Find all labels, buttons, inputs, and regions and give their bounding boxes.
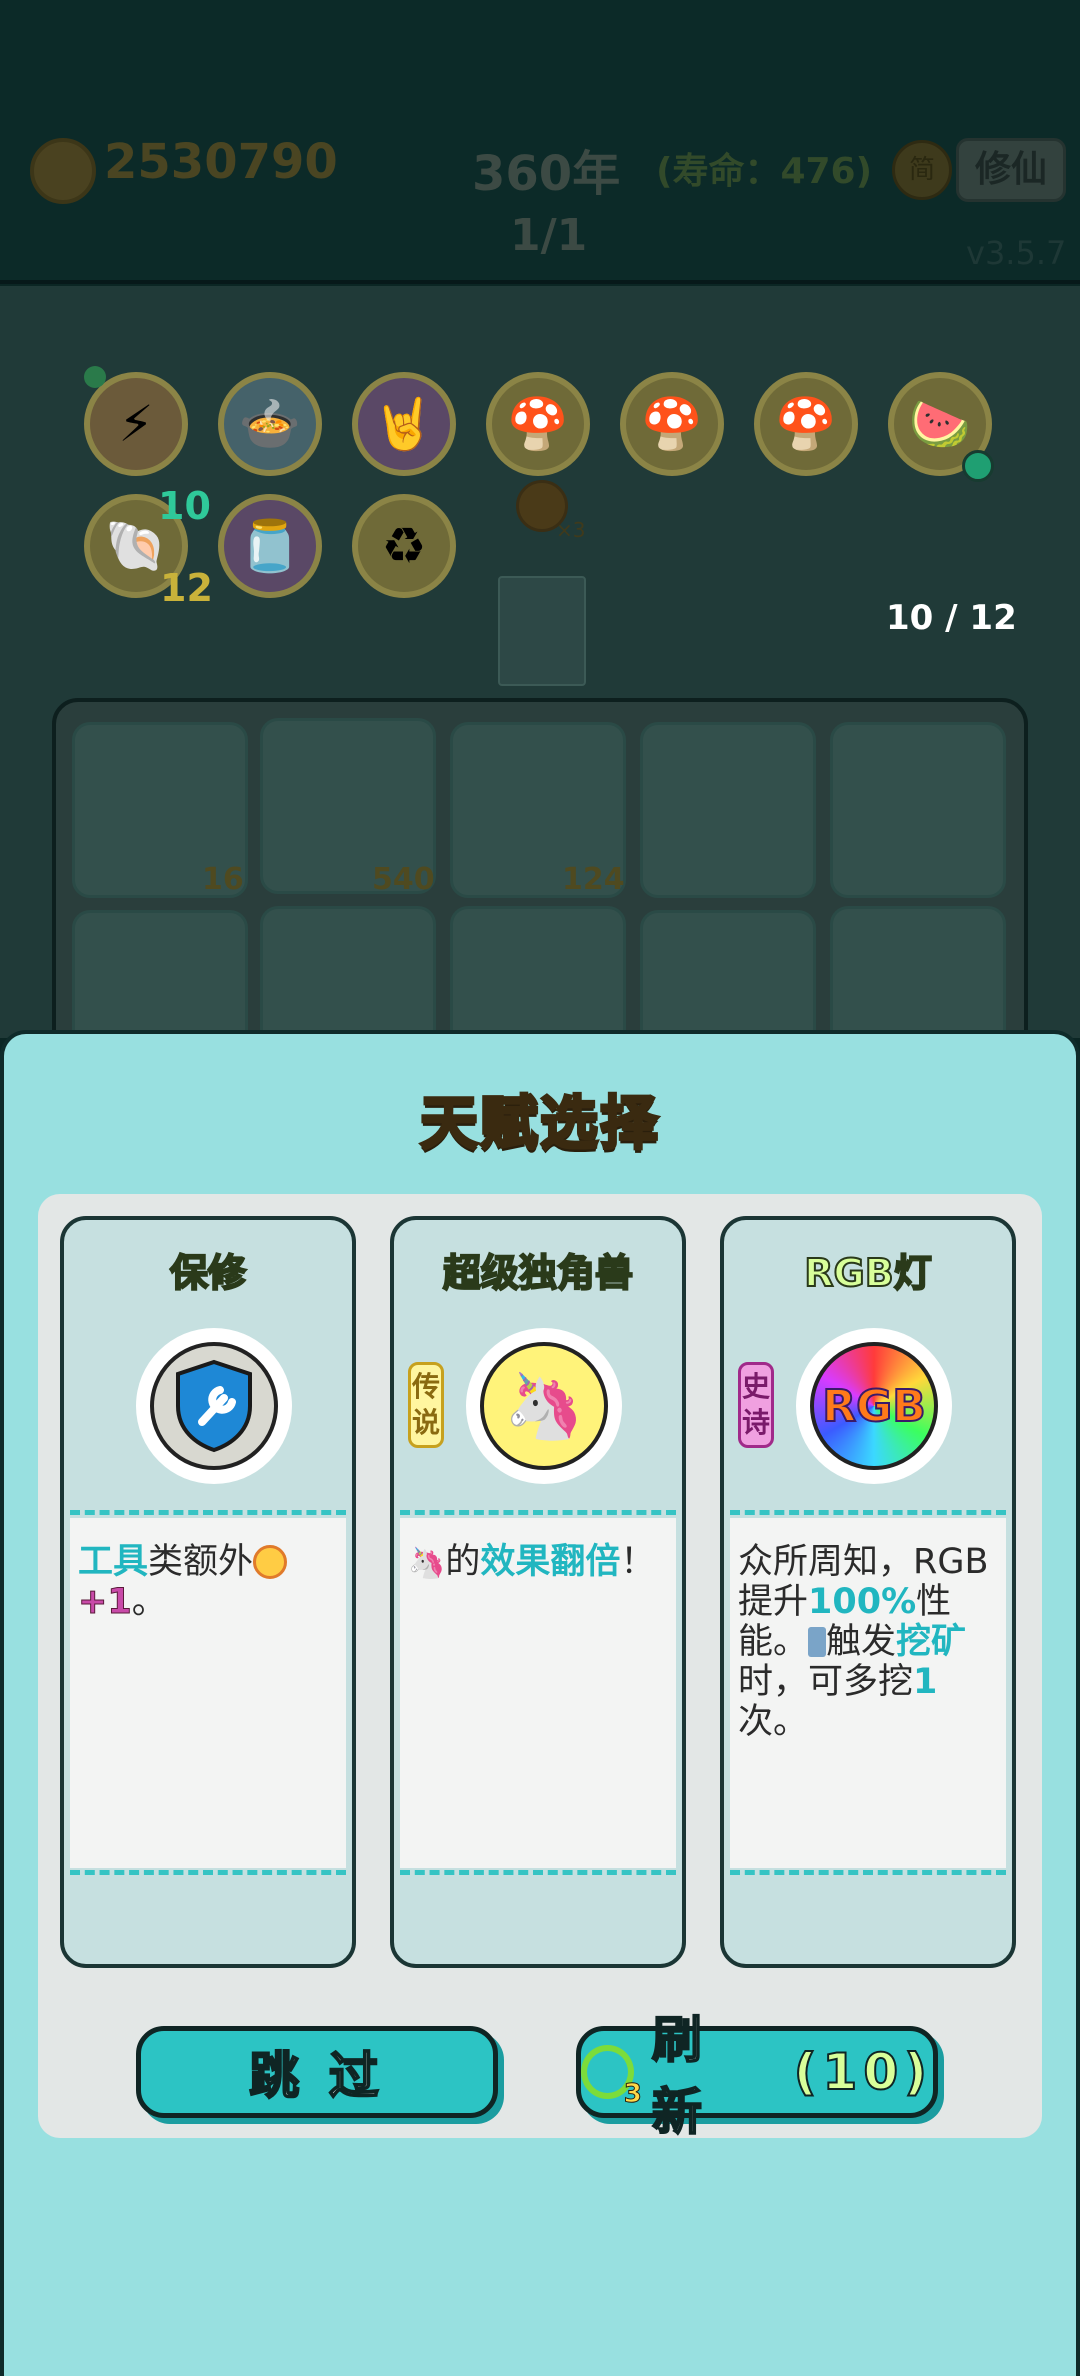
card-icon-frame [136,1328,292,1484]
desc-bonus: +1 [78,1582,133,1623]
talent-card-rgb-lamp[interactable]: RGB灯 史诗 RGB 众所周知，RGB提升100%性能。 触发挖矿时，可多挖1次… [720,1216,1016,1968]
refresh-button[interactable]: 3 刷 新 (10) [576,2010,938,2142]
unicorn-small-icon: 🦄 [408,1546,446,1581]
version-label: v3.5.7 [966,234,1067,272]
relic-count-badge: 10 [158,484,211,528]
cell-value: 16 [202,862,244,897]
jar-icon[interactable]: 🫙 [218,494,322,598]
divider [730,1510,1006,1515]
card-description: 众所周知，RGB提升100%性能。 触发挖矿时，可多挖1次。 [738,1542,1004,1742]
desc-text: 类额外 [148,1542,254,1582]
card-title: 保修 [169,1250,247,1296]
card-description: 🦄的效果翻倍！ [408,1542,674,1584]
desc-text: 次。 [738,1702,809,1742]
coin-icon [30,138,96,204]
unicorn-icon: 🦄 [480,1342,608,1470]
lifespan-display: (寿命：476) [656,151,873,192]
dialog-title: 天赋选择 [418,1088,660,1159]
divider [400,1510,676,1515]
card-icon-frame: RGB [796,1328,952,1484]
desc-highlight: 工具 [78,1542,149,1582]
skip-label: 跳 过 [248,2046,385,2106]
desc-text: 时，可多挖 [738,1662,914,1702]
talent-card-warranty[interactable]: 保修 工具类额外 +1。 [60,1216,356,1968]
page-indicator: 1/1 [510,210,588,261]
talent-card-super-unicorn[interactable]: 超级独角兽 传说 🦄 🦄的效果翻倍！ [390,1216,686,1968]
refresh-count: (10) [793,2042,933,2102]
refresh-label: 刷 新 [651,2010,708,2142]
desc-text: 触发 [826,1622,897,1662]
heart-coin-icon [253,1545,288,1579]
status-dot [962,450,994,482]
skip-button[interactable]: 跳 过 [136,2026,498,2118]
desc-highlight: 100% [808,1582,917,1622]
fridge-small-icon [808,1627,827,1657]
grid-cell[interactable] [830,722,1006,898]
desc-highlight: 挖矿 [896,1622,967,1662]
shield-wrench-icon [150,1342,278,1470]
simplified-toggle-button[interactable]: 简 [892,140,952,200]
pin-icon [84,366,106,388]
cell-value: 540 [372,862,435,897]
pot-duck-icon[interactable]: 🍲 [218,372,322,476]
mushroom-cloud-icon[interactable]: 🍄 [620,372,724,476]
slot-counter: 10 / 12 [886,598,1017,638]
divider [400,1870,676,1875]
divider [70,1870,346,1875]
rgb-lamp-icon: RGB [810,1342,938,1470]
refresh-badge: 3 [623,2079,642,2110]
top-bar-divider [0,280,1080,284]
mini-card-preview[interactable] [498,576,586,686]
card-title: RGB灯 [803,1250,932,1296]
card-title: 超级独角兽 [442,1250,634,1296]
recycle-icon[interactable]: ♻ [352,494,456,598]
rgb-logo-text: RGB [821,1380,927,1433]
desc-highlight: 效果翻倍 [480,1542,621,1582]
mushroom-cloud-icon[interactable]: 🍄 [754,372,858,476]
relic-count-badge: 12 [160,566,213,610]
rarity-badge-epic: 史诗 [738,1362,774,1448]
card-icon-frame: 🦄 [466,1328,622,1484]
lightning-icon[interactable]: ⚡ [84,372,188,476]
year-display: 360年 [472,146,621,202]
divider [70,1510,346,1515]
rarity-badge-legendary: 传说 [408,1362,444,1448]
desc-text: ！ [620,1542,656,1582]
divider [730,1870,1006,1875]
card-description: 工具类额外 +1。 [78,1542,344,1623]
cell-value: 124 [562,862,625,897]
desc-text: 的 [445,1542,481,1582]
multiplier-label: ×3 [556,518,586,542]
mushroom-cloud-icon[interactable]: 🍄 [486,372,590,476]
cultivate-button[interactable]: 修仙 [956,138,1066,202]
rock-hand-icon[interactable]: 🤘 [352,372,456,476]
refresh-icon: 3 [581,2045,642,2110]
desc-text: 。 [131,1582,167,1622]
desc-highlight: 1 [913,1662,938,1702]
grid-cell[interactable] [640,722,816,898]
coin-count: 2530790 [104,134,338,190]
